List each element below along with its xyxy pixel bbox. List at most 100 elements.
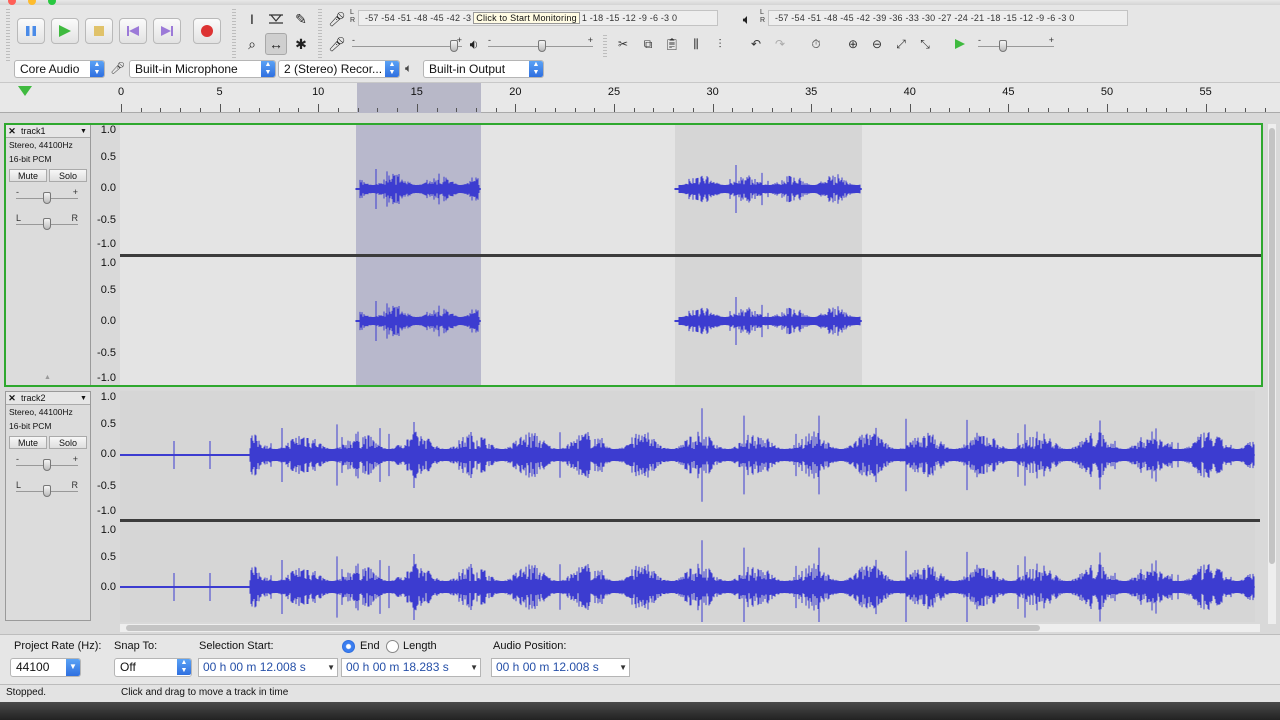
- zoom-in-icon[interactable]: ⊕: [843, 34, 863, 54]
- redo-icon[interactable]: ↷: [770, 34, 790, 54]
- pause-button[interactable]: [17, 18, 45, 44]
- ruler-tick: [357, 108, 359, 112]
- mute-button[interactable]: Mute: [9, 169, 47, 182]
- recording-volume-slider[interactable]: - +: [352, 35, 462, 53]
- channel-divider: [120, 254, 1261, 257]
- snap-to-select[interactable]: Off ▲ ▼: [114, 658, 192, 677]
- selection-start-time[interactable]: 00 h 00 m 12.008 s ▼: [198, 658, 338, 677]
- slider-knob[interactable]: [538, 40, 546, 52]
- sync-lock-icon[interactable]: ⏱︎: [806, 34, 826, 54]
- ruler-tick: [397, 108, 399, 112]
- desktop-dock: [0, 702, 1280, 720]
- slider-knob[interactable]: [450, 40, 458, 52]
- track-name[interactable]: track2: [18, 393, 80, 403]
- close-track-icon[interactable]: ✕: [6, 393, 18, 404]
- zoom-out-icon[interactable]: ⊖: [867, 34, 887, 54]
- multi-tool-icon[interactable]: ✱: [290, 33, 312, 55]
- slider-knob[interactable]: [43, 192, 51, 204]
- recording-channels-select[interactable]: 2 (Stereo) Recor... ▲ ▼: [278, 60, 400, 78]
- track2-right-channel[interactable]: [120, 522, 1255, 622]
- draw-tool-icon[interactable]: ✎: [290, 8, 312, 30]
- track-name[interactable]: track1: [18, 126, 80, 136]
- recording-meter[interactable]: -57 -54 -51 -48 -45 -42 -3 Click to Start…: [358, 10, 718, 26]
- pan-slider[interactable]: LR: [16, 213, 78, 231]
- toolbar-grip[interactable]: [232, 9, 236, 61]
- play-button[interactable]: [51, 18, 79, 44]
- slider-knob[interactable]: [43, 459, 51, 471]
- scrollbar-thumb[interactable]: [1269, 128, 1275, 564]
- skip-to-start-button[interactable]: [119, 18, 147, 44]
- scrollbar-thumb[interactable]: [126, 625, 1040, 631]
- solo-button[interactable]: Solo: [49, 169, 87, 182]
- audio-host-select[interactable]: Core Audio ▲ ▼: [14, 60, 105, 78]
- waveform-path: [355, 165, 862, 213]
- ruler-tick: [337, 108, 339, 112]
- vertical-scrollbar[interactable]: [1268, 124, 1276, 624]
- toolbar-grip[interactable]: [6, 9, 10, 61]
- meter-channel-labels: LR: [760, 9, 766, 24]
- track-format: Stereo, 44100Hz: [9, 140, 73, 150]
- slider-knob[interactable]: [999, 40, 1007, 52]
- copy-icon[interactable]: ⧉: [638, 34, 658, 54]
- ruler-tick: [1087, 108, 1089, 112]
- playback-volume-slider[interactable]: - +: [488, 35, 593, 53]
- meter-channel-labels: LR: [350, 9, 356, 24]
- ruler-tick: [1047, 108, 1049, 112]
- selection-end-time[interactable]: 00 h 00 m 18.283 s ▼: [341, 658, 481, 677]
- track1-left-channel[interactable]: [120, 124, 1261, 254]
- audio-position-time[interactable]: 00 h 00 m 12.008 s ▼: [491, 658, 630, 677]
- waveform: [120, 540, 1255, 622]
- ruler-tick: [495, 108, 497, 112]
- recording-device-select[interactable]: Built-in Microphone ▲ ▼: [129, 60, 276, 78]
- speaker-icon[interactable]: 🔈︎: [736, 8, 758, 30]
- end-radio[interactable]: [342, 640, 355, 653]
- ruler-tick-label: 45: [1002, 86, 1015, 98]
- ruler-tick: [456, 108, 458, 112]
- toolbar-grip[interactable]: [603, 35, 607, 59]
- ruler-tick: [1067, 108, 1069, 112]
- project-rate-select[interactable]: 44100 ▼: [10, 658, 81, 677]
- ruler-tick: [732, 108, 734, 112]
- gain-slider[interactable]: - +: [16, 454, 78, 472]
- zoom-tool-icon[interactable]: ⌕: [241, 33, 263, 55]
- skip-to-end-button[interactable]: [153, 18, 181, 44]
- timeline-ruler[interactable]: 0 5 10 15 20 25 30 35 40 45 50 55: [0, 83, 1280, 113]
- play-at-speed-button[interactable]: [950, 34, 970, 54]
- play-speed-slider[interactable]: - +: [978, 35, 1054, 53]
- ruler-tick: [752, 108, 754, 112]
- collapse-track-icon[interactable]: ▲: [44, 374, 51, 381]
- track2-left-channel[interactable]: [120, 391, 1255, 519]
- toolbar-grip[interactable]: [318, 9, 322, 61]
- track-control-panel[interactable]: ✕ track2 ▼ Stereo, 44100Hz 16-bit PCM Mu…: [5, 391, 91, 621]
- silence-audio-icon[interactable]: ⫶: [710, 34, 730, 54]
- mute-button[interactable]: Mute: [9, 436, 47, 449]
- ruler-tick: [1185, 108, 1187, 112]
- play-head-icon[interactable]: [18, 86, 32, 96]
- ruler-tick: [850, 108, 852, 112]
- undo-icon[interactable]: ↶: [746, 34, 766, 54]
- slider-knob[interactable]: [43, 485, 51, 497]
- length-radio[interactable]: [386, 640, 399, 653]
- paste-icon[interactable]: 📋︎: [662, 34, 682, 54]
- fit-selection-icon[interactable]: ⤢: [891, 34, 911, 54]
- track-control-panel[interactable]: ✕ track1 ▼ Stereo, 44100Hz 16-bit PCM Mu…: [5, 124, 91, 386]
- trim-audio-icon[interactable]: ⫼: [686, 34, 706, 54]
- track1-right-channel[interactable]: [120, 257, 1261, 385]
- horizontal-scrollbar[interactable]: [120, 624, 1260, 632]
- fit-project-icon[interactable]: ⤡: [915, 34, 935, 54]
- gain-slider[interactable]: - +: [16, 187, 78, 205]
- slider-knob[interactable]: [43, 218, 51, 230]
- envelope-tool-icon[interactable]: [265, 8, 287, 30]
- time-shift-tool-icon[interactable]: ↔: [265, 33, 287, 55]
- close-track-icon[interactable]: ✕: [6, 126, 18, 137]
- record-button[interactable]: [193, 18, 221, 44]
- stop-button[interactable]: [85, 18, 113, 44]
- pan-slider[interactable]: LR: [16, 480, 78, 498]
- solo-button[interactable]: Solo: [49, 436, 87, 449]
- cut-icon[interactable]: ✂: [613, 34, 633, 54]
- monitoring-hint[interactable]: Click to Start Monitoring: [473, 12, 580, 24]
- microphone-icon[interactable]: 🎤︎: [326, 8, 348, 30]
- selection-tool-icon[interactable]: I: [241, 8, 263, 30]
- playback-device-select[interactable]: Built-in Output ▲ ▼: [423, 60, 544, 78]
- playback-meter[interactable]: -57 -54 -51 -48 -45 -42 -39 -36 -33 -30 …: [768, 10, 1128, 26]
